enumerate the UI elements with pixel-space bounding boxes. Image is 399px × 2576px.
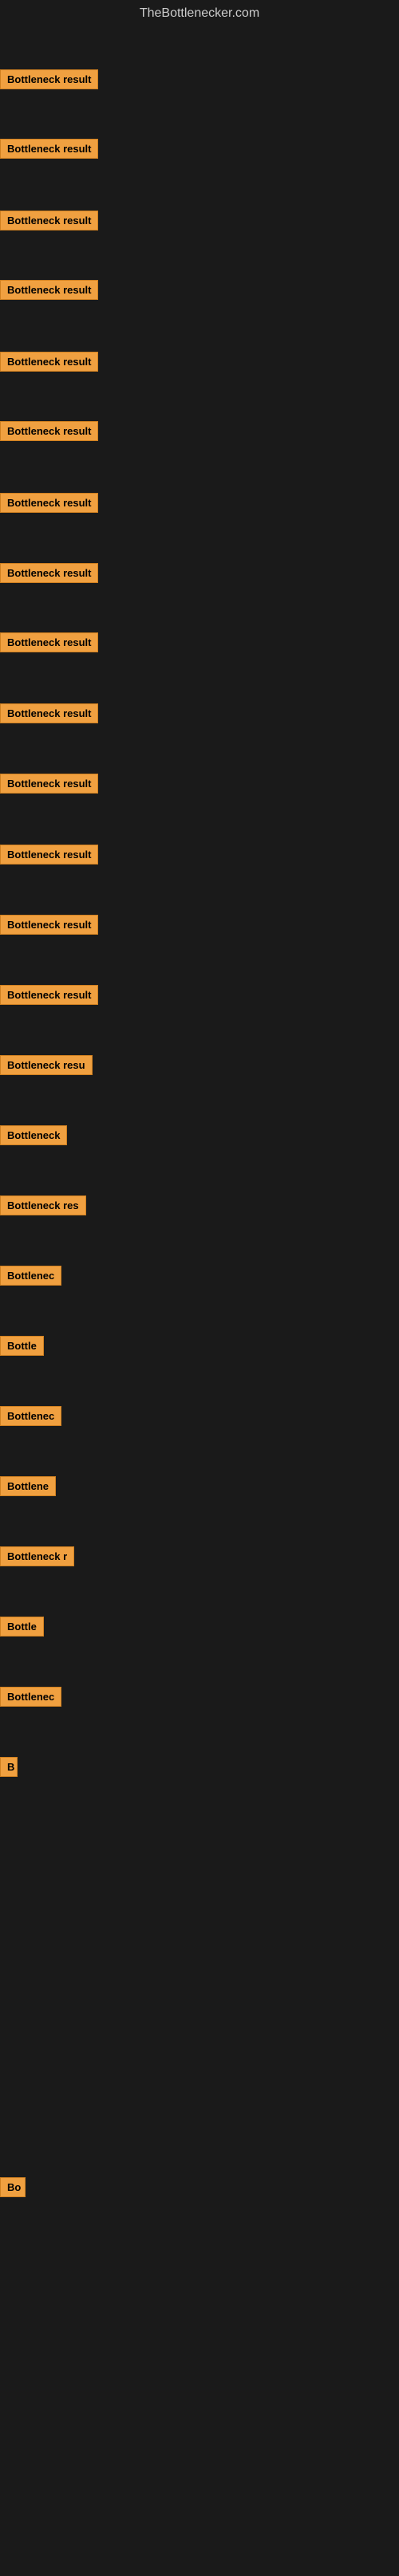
bottleneck-badge: Bottleneck result [0, 352, 98, 372]
bottleneck-result-item[interactable]: Bottlenec [0, 1687, 61, 1711]
bottleneck-result-item[interactable]: Bottleneck result [0, 985, 98, 1009]
bottleneck-result-item[interactable]: Bottlene [0, 1476, 56, 1500]
bottleneck-result-item[interactable]: Bottleneck [0, 1125, 67, 1149]
bottleneck-badge: Bottlene [0, 1476, 56, 1496]
bottleneck-result-item[interactable]: Bottleneck result [0, 915, 98, 939]
bottleneck-badge: Bottleneck result [0, 69, 98, 89]
bottleneck-badge: Bottleneck r [0, 1546, 74, 1566]
bottleneck-result-item[interactable]: Bottleneck result [0, 703, 98, 727]
bottleneck-badge: B [0, 1757, 18, 1777]
bottleneck-badge: Bottleneck result [0, 703, 98, 723]
bottleneck-result-item[interactable]: Bottleneck result [0, 493, 98, 517]
bottleneck-result-item[interactable]: Bottleneck result [0, 632, 98, 656]
bottleneck-badge: Bottlenec [0, 1406, 61, 1426]
bottleneck-badge: Bottleneck result [0, 774, 98, 794]
bottleneck-badge: Bottleneck result [0, 493, 98, 513]
bottleneck-badge: Bottleneck result [0, 421, 98, 441]
bottleneck-result-item[interactable]: Bottle [0, 1617, 44, 1641]
bottleneck-result-item[interactable]: Bottle [0, 1336, 44, 1360]
bottleneck-result-item[interactable]: Bottleneck result [0, 280, 98, 304]
bottleneck-badge: Bottleneck resu [0, 1055, 93, 1075]
bottleneck-result-item[interactable]: Bottlenec [0, 1266, 61, 1290]
bottleneck-badge: Bottleneck result [0, 280, 98, 300]
bottleneck-badge: Bottleneck result [0, 985, 98, 1005]
bottleneck-result-item[interactable]: Bottleneck r [0, 1546, 74, 1570]
bottleneck-result-item[interactable]: Bottleneck result [0, 563, 98, 587]
bottleneck-badge: Bottleneck [0, 1125, 67, 1145]
bottleneck-badge: Bottlenec [0, 1266, 61, 1286]
bottleneck-badge: Bottle [0, 1617, 44, 1637]
bottleneck-badge: Bottleneck result [0, 915, 98, 935]
bottleneck-result-item[interactable]: Bottleneck result [0, 774, 98, 798]
site-title: TheBottlenecker.com [0, 0, 399, 24]
bottleneck-badge: Bottleneck result [0, 211, 98, 230]
bottleneck-result-item[interactable]: Bottleneck result [0, 211, 98, 234]
bottleneck-result-item[interactable]: Bottleneck result [0, 352, 98, 376]
bottleneck-result-item[interactable]: B [0, 1757, 18, 1781]
bottleneck-badge: Bottleneck result [0, 845, 98, 865]
bottleneck-badge: Bottleneck result [0, 139, 98, 159]
bottleneck-result-item[interactable]: Bo [0, 2177, 26, 2201]
bottleneck-result-item[interactable]: Bottleneck result [0, 139, 98, 163]
bottleneck-result-item[interactable]: Bottleneck resu [0, 1055, 93, 1079]
bottleneck-result-item[interactable]: Bottleneck res [0, 1195, 86, 1219]
bottleneck-result-item[interactable]: Bottleneck result [0, 69, 98, 93]
bottleneck-result-item[interactable]: Bottleneck result [0, 845, 98, 869]
bottleneck-result-item[interactable]: Bottleneck result [0, 421, 98, 445]
bottleneck-badge: Bottleneck res [0, 1195, 86, 1215]
bottleneck-result-item[interactable]: Bottlenec [0, 1406, 61, 1430]
bottleneck-badge: Bottle [0, 1336, 44, 1356]
bottleneck-badge: Bottleneck result [0, 563, 98, 583]
bottleneck-badge: Bottlenec [0, 1687, 61, 1707]
bottleneck-badge: Bo [0, 2177, 26, 2197]
bottleneck-badge: Bottleneck result [0, 632, 98, 652]
